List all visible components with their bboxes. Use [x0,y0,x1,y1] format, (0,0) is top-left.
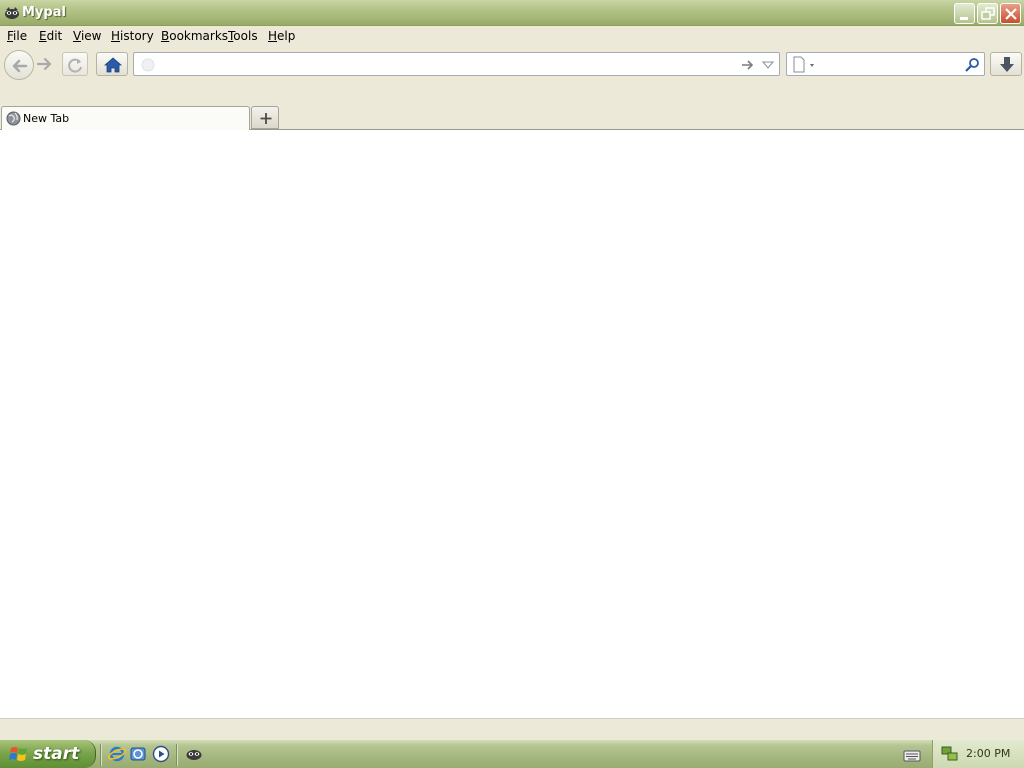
forward-arrow-icon [36,57,52,71]
search-bar[interactable] [786,52,985,76]
window-title: Mypal [22,5,66,20]
search-icon[interactable] [964,57,980,73]
minimize-icon [960,17,968,20]
title-bar[interactable]: Mypal [0,0,1024,26]
menu-view[interactable]: View [73,29,101,43]
menu-help[interactable]: Help [268,29,295,43]
navigation-toolbar [0,46,1024,82]
network-icon[interactable] [941,745,959,763]
reload-button[interactable] [62,52,88,76]
close-icon [1005,8,1017,20]
menu-bookmarks[interactable]: Bookmarks [161,29,228,43]
url-dropdown-icon[interactable] [762,60,774,70]
back-arrow-icon [12,59,28,73]
downloads-button[interactable] [990,52,1022,76]
search-input[interactable] [819,56,959,72]
tab-strip: New Tab [0,82,1024,130]
home-icon [103,57,123,73]
download-arrow-icon [1000,57,1014,72]
taskbar: start 2:00 PM [0,739,1024,768]
menu-history[interactable]: History [111,29,154,43]
new-tab-button[interactable] [251,106,279,129]
reload-icon [68,58,82,73]
menu-tools[interactable]: Tools [228,29,258,43]
mypal-app-icon[interactable] [4,5,20,21]
taskbar-separator [100,744,102,766]
menu-bar: File Edit View History Bookmarks Tools H… [0,26,1024,46]
media-player-icon[interactable] [152,745,170,763]
forward-button[interactable] [34,54,56,76]
start-button[interactable]: start [0,740,96,768]
minimize-button[interactable] [954,3,975,24]
start-label: start [33,744,80,764]
back-button[interactable] [4,50,34,80]
menu-edit[interactable]: Edit [39,29,62,43]
globe-icon [6,111,21,126]
home-button[interactable] [96,52,128,76]
restore-button[interactable] [977,3,998,24]
url-input[interactable] [158,56,728,72]
restore-icon [981,7,995,20]
outlook-express-icon[interactable] [129,745,147,763]
plus-icon [260,113,272,124]
site-identity-icon [141,58,155,72]
keyboard-icon[interactable] [903,746,921,764]
page-content[interactable] [0,130,1024,718]
clock[interactable]: 2:00 PM [966,747,1010,760]
close-button[interactable] [1000,3,1021,24]
internet-explorer-icon[interactable] [108,745,126,763]
mypal-taskbar-icon[interactable] [185,745,203,763]
status-bar [0,718,1024,739]
tab-new-tab[interactable]: New Tab [1,106,250,130]
search-engine-icon[interactable] [792,56,816,74]
go-arrow-icon[interactable] [740,58,756,72]
url-bar[interactable] [133,52,780,76]
tab-label: New Tab [23,112,70,125]
windows-logo-icon [9,747,27,761]
taskbar-separator [176,744,178,766]
menu-file[interactable]: File [7,29,27,43]
